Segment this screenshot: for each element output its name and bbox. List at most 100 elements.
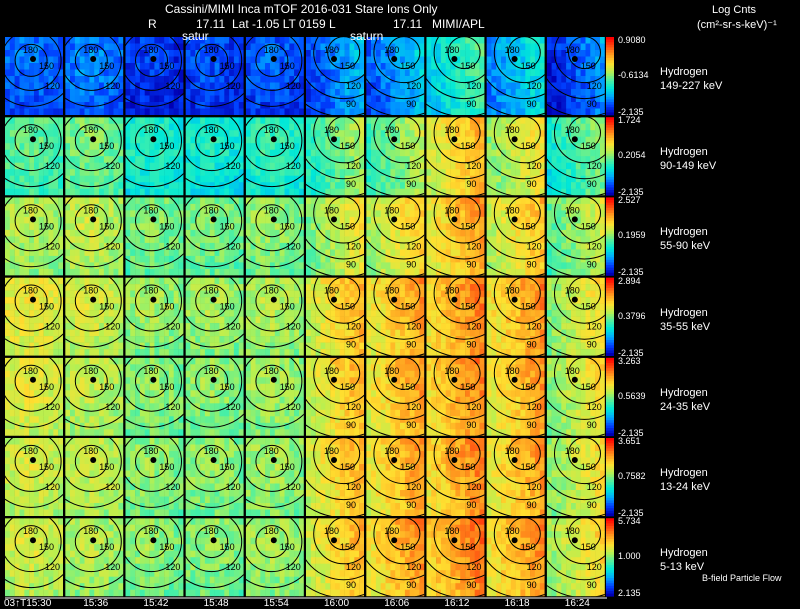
saturn-dot: [331, 376, 337, 383]
contour-label: 120: [527, 81, 542, 91]
contour-label: 120: [45, 402, 60, 412]
contour-label: 150: [280, 462, 295, 472]
saturn-dot: [270, 216, 277, 223]
saturn-dot: [90, 136, 97, 143]
contour-label: 120: [286, 562, 301, 572]
contour-label: 150: [400, 462, 415, 472]
contour-label: 120: [286, 402, 301, 412]
contour-label: 120: [466, 81, 481, 91]
contour-label: 180: [384, 526, 399, 536]
saturn-dot: [331, 56, 337, 62]
contour-label: 120: [346, 562, 361, 572]
contour-label: 180: [565, 286, 580, 296]
saturn-dot: [331, 537, 337, 544]
saturn-dot: [90, 376, 97, 383]
contour-label: 180: [204, 526, 219, 536]
saturn-dot: [511, 537, 518, 544]
contour-label: 120: [406, 81, 421, 91]
contour-label: 180: [565, 526, 580, 536]
saturn-dot: [210, 56, 217, 62]
plot-title: Cassini/MIMI Inca mTOF 2016-031 Stare Io…: [165, 2, 438, 16]
saturn-dot: [331, 216, 337, 223]
contour-label: 120: [406, 322, 421, 332]
contour-label: 90: [527, 340, 537, 350]
contour-label: 120: [587, 402, 602, 412]
contour-label: 150: [280, 542, 295, 552]
saturn-marker-label-b: saturn: [350, 29, 384, 43]
contour-label: 90: [587, 179, 597, 189]
contour-label: 180: [83, 125, 98, 135]
contour-label: 150: [99, 141, 114, 151]
saturn-dot: [150, 216, 157, 223]
contour-label: 150: [159, 462, 174, 472]
contour-label: 150: [159, 542, 174, 552]
contour-label: 120: [45, 562, 60, 572]
contour-label: 90: [527, 99, 537, 109]
contour-label: 180: [143, 286, 158, 296]
saturn-dot: [451, 56, 458, 62]
contour-label: 120: [406, 402, 421, 412]
contour-label: 90: [527, 259, 537, 269]
contour-label: 180: [324, 125, 339, 135]
energy-range-label: 5-13 keV: [660, 561, 705, 574]
contour-label: 120: [226, 562, 241, 572]
contour-label: 120: [226, 322, 241, 332]
colorbar-row-2: [606, 197, 614, 276]
contour-label: 180: [505, 286, 520, 296]
contour-label: 180: [143, 446, 158, 456]
energy-range-label: 55-90 keV: [660, 240, 711, 253]
x-tick-label: 03↑T15:30: [4, 598, 52, 609]
contour-label: 90: [346, 99, 356, 109]
contour-label: 180: [23, 205, 38, 215]
contour-label: 120: [527, 482, 542, 492]
saturn-dot: [90, 296, 97, 303]
x-tick-label: 16:24: [564, 598, 590, 609]
units-line1: Log Cnts: [712, 4, 757, 16]
colorbar-max: 2.894: [618, 275, 641, 286]
contour-label: 150: [521, 542, 536, 552]
species-label: Hydrogen: [660, 306, 708, 319]
contour-label: 90: [406, 259, 416, 269]
l-value: 17.11: [393, 17, 423, 31]
saturn-dot: [30, 296, 36, 303]
saturn-dot: [451, 216, 458, 223]
contour-label: 180: [204, 446, 219, 456]
contour-label: 120: [587, 482, 602, 492]
saturn-dot: [270, 457, 277, 463]
saturn-dot: [30, 136, 36, 143]
contour-label: 120: [165, 241, 180, 251]
contour-label: 180: [143, 366, 158, 376]
saturn-dot: [451, 136, 458, 143]
contour-label: 180: [444, 366, 459, 376]
contour-label: 180: [23, 446, 38, 456]
contour-label: 150: [400, 221, 415, 231]
colorbar-max: 0.9080: [618, 35, 646, 45]
contour-label: 180: [444, 286, 459, 296]
colorbar-mid: 0.3796: [618, 310, 646, 321]
contour-label: 180: [204, 366, 219, 376]
contour-label: 120: [45, 482, 60, 492]
colorbar-row-5: [606, 438, 614, 517]
contour-label: 120: [466, 402, 481, 412]
position-coords: Lat -1.05 LT 0159 L: [232, 17, 336, 31]
saturn-dot: [30, 457, 36, 463]
contour-label: 120: [527, 161, 542, 171]
contour-label: 120: [45, 81, 60, 91]
saturn-dot: [210, 537, 217, 544]
saturn-dot: [511, 457, 518, 463]
contour-label: 180: [505, 526, 520, 536]
contour-label: 150: [521, 462, 536, 472]
contour-label: 180: [264, 125, 279, 135]
contour-label: 150: [400, 141, 415, 151]
contour-label: 90: [346, 500, 356, 510]
contour-label: 150: [99, 462, 114, 472]
contour-label: 150: [159, 302, 174, 312]
contour-label: 180: [83, 205, 98, 215]
contour-label: 150: [220, 382, 235, 392]
contour-label: 150: [99, 382, 114, 392]
contour-label: 150: [159, 61, 174, 71]
energy-range-label: 35-55 keV: [660, 320, 711, 333]
saturn-dot: [150, 376, 157, 383]
saturn-dot: [90, 537, 97, 544]
species-label: Hydrogen: [660, 146, 708, 159]
